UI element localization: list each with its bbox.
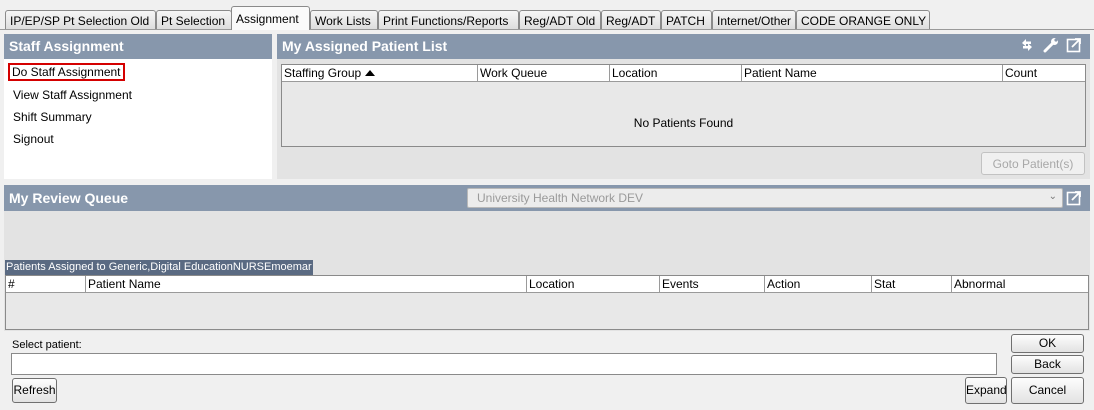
popout-icon[interactable]: [1066, 190, 1082, 206]
tab-code-orange-only[interactable]: CODE ORANGE ONLY: [796, 10, 930, 30]
facility-dropdown-value: University Health Network DEV: [477, 191, 644, 205]
popout-icon[interactable]: [1066, 37, 1082, 53]
column-abnormal[interactable]: Abnormal: [952, 276, 1088, 292]
do-staff-assignment-link[interactable]: Do Staff Assignment: [8, 63, 125, 81]
shift-summary-link[interactable]: Shift Summary: [9, 108, 96, 126]
sort-ascending-icon: [365, 70, 376, 76]
no-patients-message: No Patients Found: [633, 116, 734, 130]
tab-reg-adt[interactable]: Reg/ADT: [601, 10, 661, 30]
column-work-queue[interactable]: Work Queue: [478, 65, 610, 81]
select-patient-input[interactable]: [11, 353, 997, 375]
tab-print-functions-reports[interactable]: Print Functions/Reports: [378, 10, 519, 30]
review-queue-panel: Patients Assigned to Generic,Digital Edu…: [4, 211, 1090, 331]
column-action[interactable]: Action: [765, 276, 872, 292]
staff-assignment-panel: Do Staff Assignment View Staff Assignmen…: [4, 59, 272, 179]
cancel-button[interactable]: Cancel: [1011, 377, 1084, 404]
column-stat[interactable]: Stat: [872, 276, 952, 292]
review-queue-title: My Review Queue: [9, 190, 129, 206]
assigned-caption: Patients Assigned to Generic,Digital Edu…: [5, 260, 313, 275]
staff-assignment-title: Staff Assignment: [9, 38, 124, 54]
chevron-down-icon: ⌄: [1048, 191, 1057, 202]
refresh-button[interactable]: Refresh: [12, 378, 57, 403]
review-queue-header: My Review Queue University Health Networ…: [4, 185, 1090, 211]
column-location[interactable]: Location: [610, 65, 742, 81]
tab-bar: IP/EP/SP Pt Selection Old Pt Selection A…: [0, 0, 1094, 30]
expand-button[interactable]: Expand: [965, 377, 1007, 404]
tab-assignment[interactable]: Assignment: [231, 6, 310, 30]
review-queue-table: # Patient Name Location Events Action St…: [5, 275, 1089, 330]
goto-patients-button[interactable]: Goto Patient(s): [981, 152, 1085, 175]
tab-work-lists[interactable]: Work Lists: [310, 10, 378, 30]
header-divider: [6, 292, 1088, 293]
tab-reg-adt-old[interactable]: Reg/ADT Old: [519, 10, 601, 30]
ok-button[interactable]: OK: [1011, 334, 1084, 353]
wrench-icon[interactable]: [1043, 37, 1059, 53]
assigned-patient-list-title: My Assigned Patient List: [282, 38, 448, 54]
column-count[interactable]: Count: [1003, 65, 1085, 81]
facility-dropdown[interactable]: University Health Network DEV ⌄: [467, 188, 1063, 208]
tab-pt-selection[interactable]: Pt Selection: [156, 10, 232, 30]
column-events[interactable]: Events: [660, 276, 765, 292]
column-patient-name[interactable]: Patient Name: [86, 276, 527, 292]
signout-link[interactable]: Signout: [9, 130, 58, 148]
tab-internet-other[interactable]: Internet/Other: [712, 10, 796, 30]
column-location[interactable]: Location: [527, 276, 660, 292]
select-patient-label: Select patient:: [12, 339, 82, 351]
column-staffing-group[interactable]: Staffing Group: [282, 65, 478, 81]
tab-ip-ep-sp-pt-selection-old[interactable]: IP/EP/SP Pt Selection Old: [5, 10, 156, 30]
tab-divider: [0, 29, 1094, 30]
assigned-patient-list-panel: Staffing Group Work Queue Location Patie…: [277, 59, 1090, 179]
tab-patch[interactable]: PATCH: [661, 10, 712, 30]
staff-assignment-header: Staff Assignment: [4, 34, 272, 59]
view-staff-assignment-link[interactable]: View Staff Assignment: [9, 86, 136, 104]
assigned-patient-table: Staffing Group Work Queue Location Patie…: [281, 64, 1086, 147]
back-button[interactable]: Back: [1011, 355, 1084, 374]
header-divider: [282, 81, 1085, 82]
column-patient-name[interactable]: Patient Name: [742, 65, 1003, 81]
sync-icon[interactable]: [1019, 37, 1035, 53]
column-number[interactable]: #: [6, 276, 86, 292]
assigned-patient-list-header: My Assigned Patient List: [277, 34, 1090, 59]
